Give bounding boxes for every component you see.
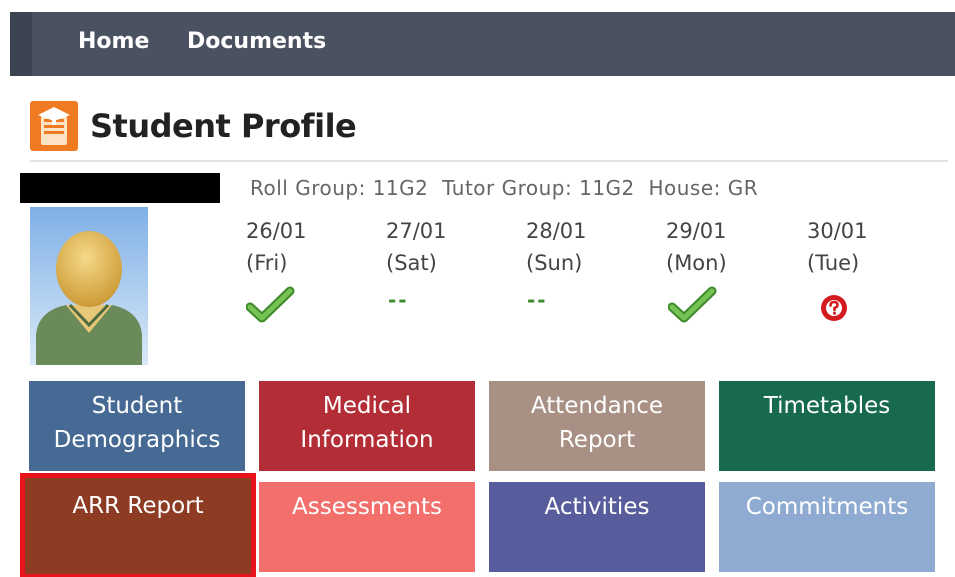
- attendance-weekday: (Fri): [246, 251, 288, 275]
- arr-report-tile[interactable]: ARR Report: [20, 473, 256, 577]
- house: House: GR: [648, 176, 759, 200]
- unknown-status-icon: [819, 293, 879, 333]
- commitments-tile[interactable]: Commitments: [719, 482, 935, 572]
- attendance-day: 30/01 (Tue): [807, 215, 917, 279]
- tutor-group: Tutor Group: 11G2: [442, 176, 635, 200]
- attendance-weekday: (Sat): [386, 251, 437, 275]
- page-header: Student Profile: [30, 100, 357, 152]
- attendance-weekday: (Sun): [526, 251, 583, 275]
- top-nav-bar: Home Documents: [10, 12, 955, 76]
- tile-label: Timetables: [763, 393, 891, 419]
- present-check-icon: [245, 285, 306, 325]
- attendance-date: 28/01: [526, 219, 587, 243]
- tile-label: ARR Report: [72, 493, 204, 519]
- attendance-day: 28/01 (Sun): [526, 215, 636, 279]
- redacted-student-name: [20, 173, 220, 203]
- tile-label: Activities: [544, 494, 650, 520]
- tile-label-line2: Information: [300, 427, 434, 453]
- tile-label-line1: Attendance: [530, 393, 664, 419]
- no-record-mark: --: [527, 288, 548, 312]
- page-title: Student Profile: [90, 107, 357, 145]
- nav-home-link[interactable]: Home: [78, 12, 149, 76]
- present-check-icon: [667, 285, 728, 325]
- medical-information-tile[interactable]: Medical Information: [259, 381, 475, 471]
- attendance-date: 30/01: [807, 219, 868, 243]
- nav-accent-strip: [10, 12, 32, 76]
- attendance-day: 29/01 (Mon): [666, 215, 776, 279]
- attendance-day: 26/01 (Fri): [246, 215, 356, 279]
- roll-group: Roll Group: 11G2: [250, 176, 429, 200]
- header-divider: [30, 160, 948, 162]
- attendance-date: 27/01: [386, 219, 447, 243]
- assessments-tile[interactable]: Assessments: [259, 482, 475, 572]
- attendance-day: 27/01 (Sat): [386, 215, 496, 279]
- student-demographics-tile[interactable]: Student Demographics: [29, 381, 245, 471]
- tile-label: Commitments: [745, 494, 909, 520]
- student-group-info: Roll Group: 11G2 Tutor Group: 11G2 House…: [250, 176, 758, 200]
- tile-label-line1: Medical: [322, 393, 412, 419]
- attendance-weekday: (Mon): [666, 251, 727, 275]
- attendance-report-tile[interactable]: Attendance Report: [489, 381, 705, 471]
- student-avatar: [30, 207, 148, 365]
- activities-tile[interactable]: Activities: [489, 482, 705, 572]
- tile-label-line2: Report: [558, 427, 636, 453]
- no-record-mark: --: [388, 288, 409, 312]
- nav-documents-link[interactable]: Documents: [187, 12, 326, 76]
- attendance-date: 29/01: [666, 219, 727, 243]
- attendance-weekday: (Tue): [807, 251, 860, 275]
- attendance-date: 26/01: [246, 219, 307, 243]
- tile-label: Assessments: [292, 494, 442, 520]
- tile-label-line1: Student: [91, 393, 183, 419]
- student-profile-icon: [30, 101, 78, 151]
- timetables-tile[interactable]: Timetables: [719, 381, 935, 471]
- tile-label-line2: Demographics: [53, 427, 221, 453]
